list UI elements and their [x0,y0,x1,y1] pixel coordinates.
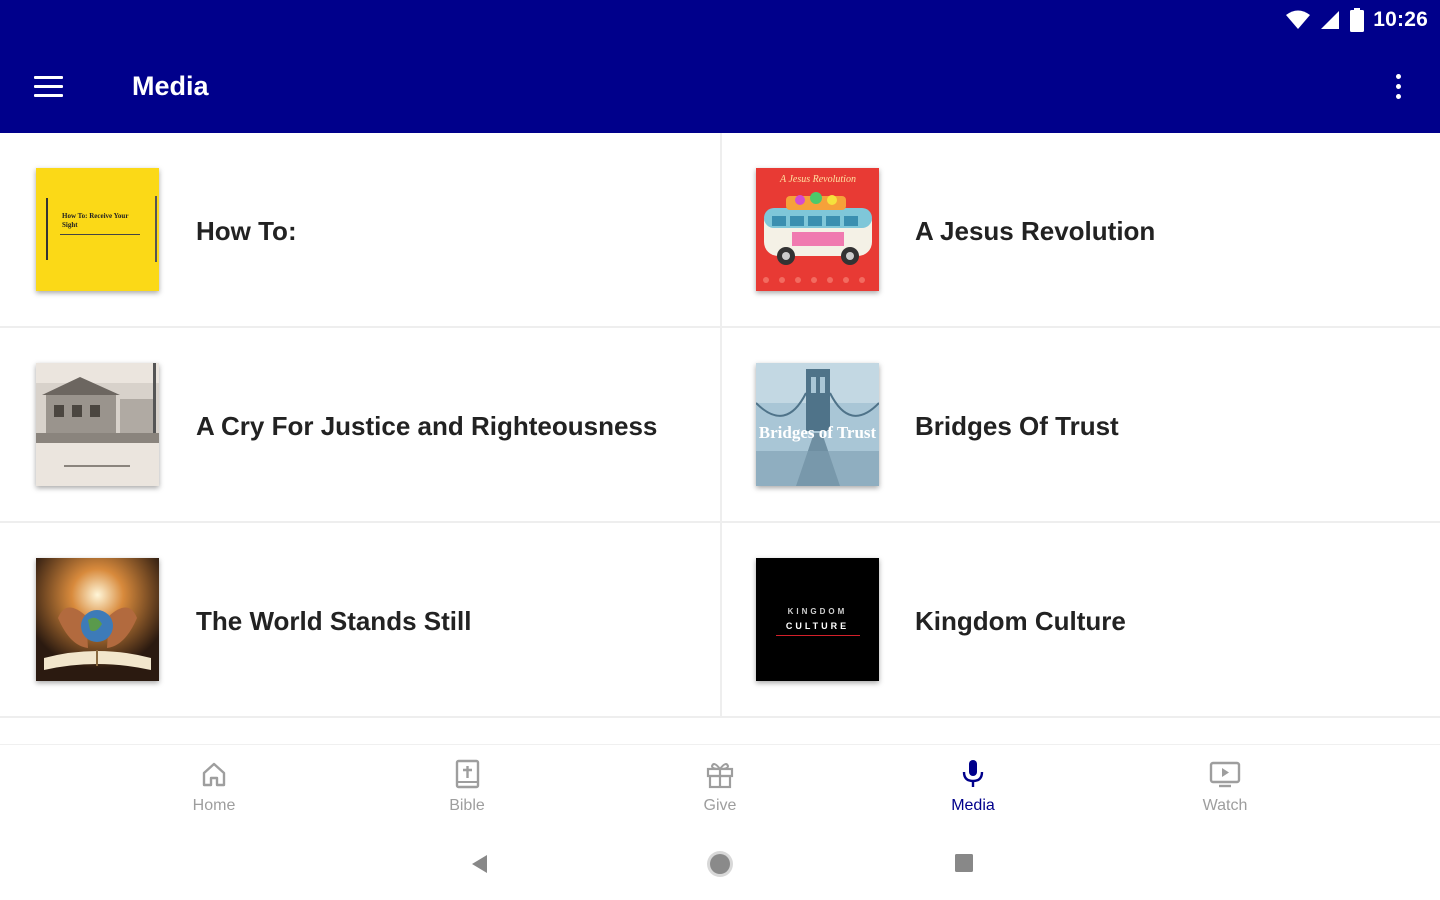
media-thumbnail [36,558,159,681]
nav-item-bible[interactable]: Bible [397,757,537,823]
home-circle-icon[interactable] [705,849,735,879]
media-item-title: The World Stands Still [196,606,472,636]
status-icons: 10:26 [1285,6,1428,34]
van-illustration-icon [763,192,872,283]
thumb-caption-line-2: CULTURE [785,621,850,631]
media-item-title: A Jesus Revolution [915,216,1156,246]
nav-label: Home [192,797,236,814]
nav-item-watch[interactable]: Watch [1155,757,1295,823]
media-item-kingdom-culture[interactable]: KINGDOM CULTURE Kingdom Culture [722,523,1440,718]
media-thumbnail: KINGDOM CULTURE [756,558,879,681]
media-item-title: A Cry For Justice and Righteousness [196,411,658,441]
nav-label: Give [703,797,737,814]
media-item-title: Kingdom Culture [915,606,1126,636]
status-bar: 10:26 [0,0,1440,40]
back-icon[interactable] [468,852,490,876]
media-thumbnail: Bridges of Trust [756,363,879,486]
media-grid: How To: Receive Your Sight How To: A Jes… [0,133,1440,718]
thumb-caption: Bridges of Trust [758,423,877,442]
hamburger-menu-icon[interactable] [34,68,74,104]
recents-icon[interactable] [953,852,975,874]
page-title: Media [132,71,209,101]
media-item-a-cry-for-justice[interactable]: A Cry For Justice and Righteousness [0,328,722,523]
battery-icon [1350,8,1365,32]
hands-globe-bible-icon [36,558,159,681]
bible-icon [455,759,480,789]
media-thumbnail: A Jesus Revolution [756,168,879,291]
media-item-bridges-of-trust[interactable]: Bridges of Trust Bridges Of Trust [722,328,1440,523]
media-thumbnail [36,363,159,486]
nav-label: Media [951,797,995,814]
system-navigation-bar [0,830,1440,900]
app-bar: Media [0,40,1440,133]
media-item-title: How To: [196,216,297,246]
home-icon [202,762,226,787]
media-thumbnail: How To: Receive Your Sight [36,168,159,291]
nav-label: Bible [449,797,485,814]
bottom-navigation: Home Bible Give Media Watch [0,744,1440,831]
nav-item-home[interactable]: Home [144,757,284,823]
nav-item-give[interactable]: Give [650,757,790,823]
thumb-caption-line-1: KINGDOM [787,607,848,616]
media-item-a-jesus-revolution[interactable]: A Jesus Revolution A Jesus Revolution [722,133,1440,328]
microphone-icon [962,760,984,787]
nav-item-media[interactable]: Media [903,757,1043,823]
wifi-icon [1286,10,1311,29]
media-item-the-world-stands-still[interactable]: The World Stands Still [0,523,722,718]
thumb-caption: How To: Receive Your Sight [62,212,129,229]
old-building-photo-icon [36,363,159,486]
status-time: 10:26 [1373,8,1428,31]
nav-label: Watch [1202,797,1248,814]
media-item-how-to[interactable]: How To: Receive Your Sight How To: [0,133,722,328]
media-item-title: Bridges Of Trust [915,411,1119,441]
watch-tv-icon [1209,761,1241,788]
gift-icon [706,763,734,789]
signal-icon [1321,11,1340,29]
more-vert-icon[interactable] [1384,68,1412,104]
